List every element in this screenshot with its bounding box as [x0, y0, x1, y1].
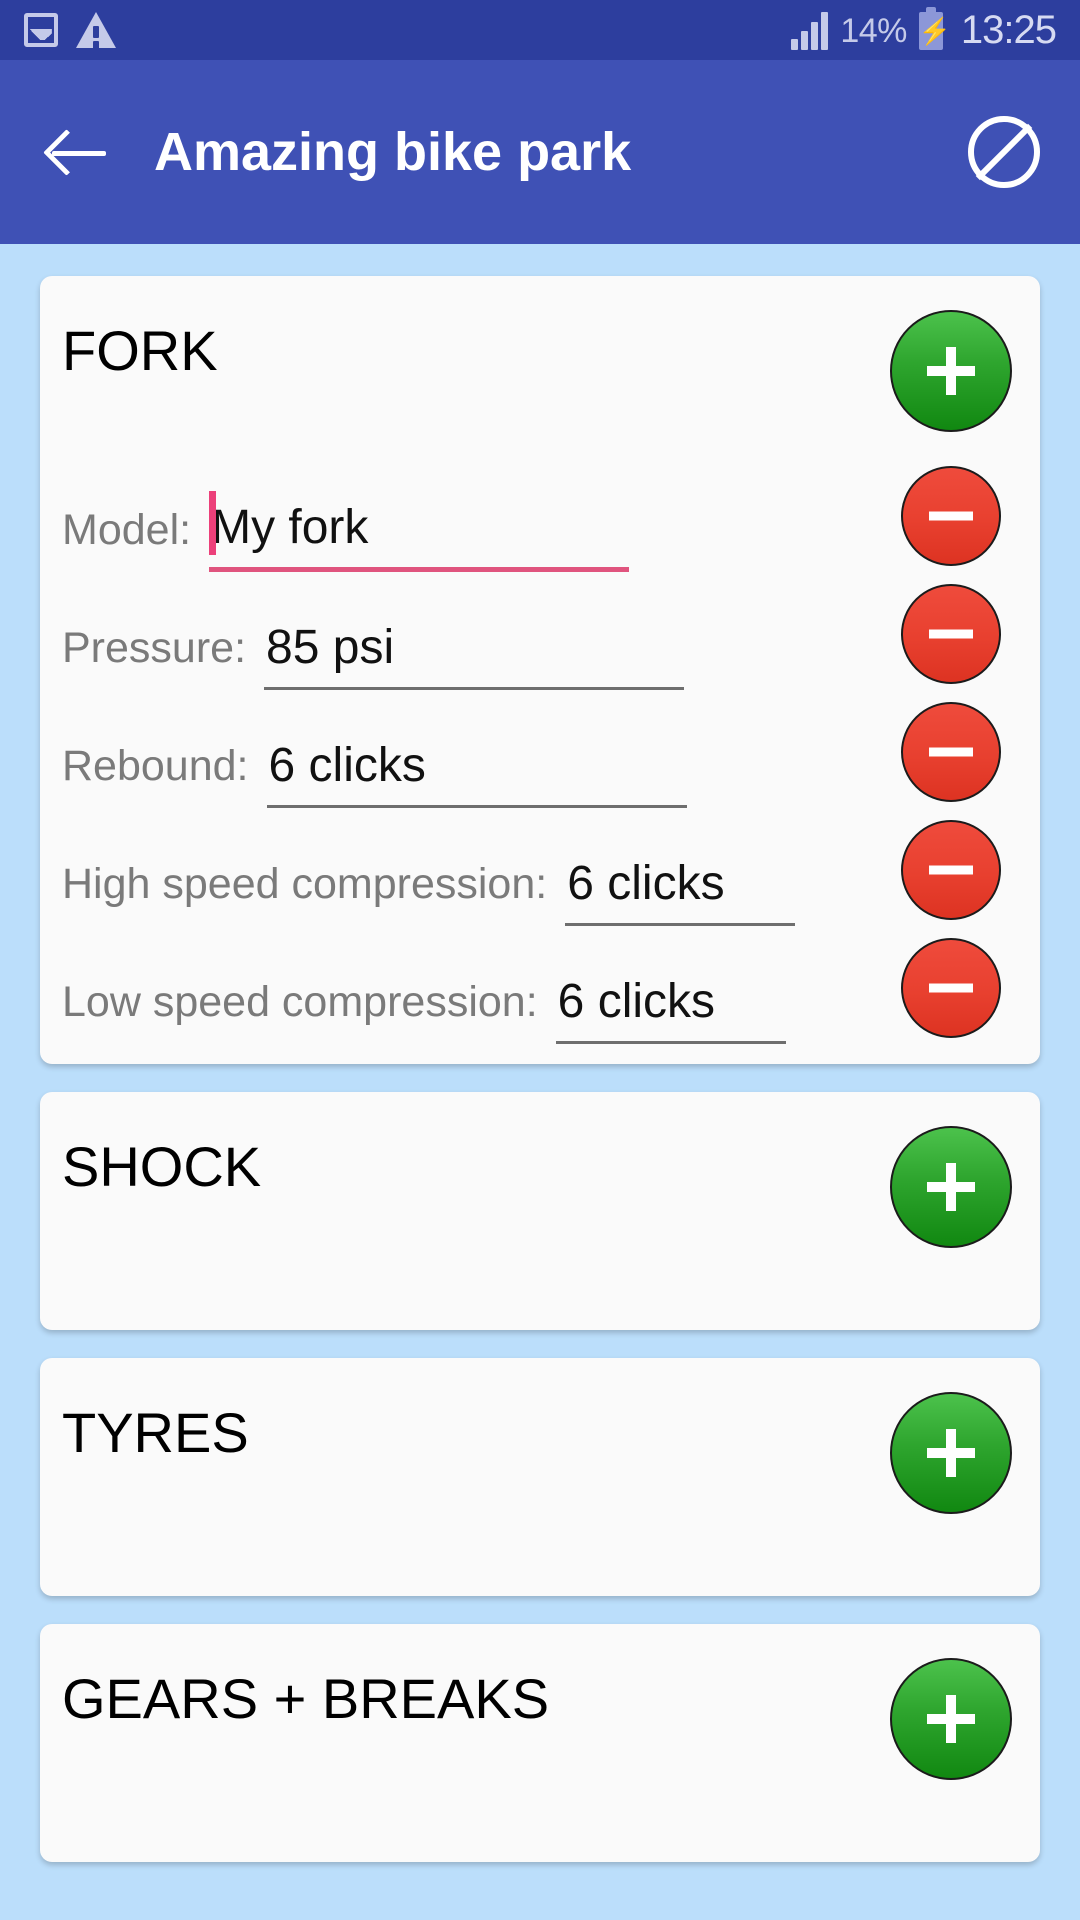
plus-icon-vertical — [946, 1163, 956, 1211]
card-title: SHOCK — [62, 1135, 262, 1198]
field-input[interactable]: 6 clicks — [555, 973, 786, 1044]
warning-icon — [76, 12, 116, 48]
page-title: Amazing bike park — [154, 122, 632, 182]
field-main: Pressure: 85 psi — [62, 619, 890, 690]
field-row: Rebound: 6 clicks — [62, 690, 1012, 808]
app-screen: 14% 13:25 Amazing bike park FORK Model: My… — [0, 0, 1080, 1920]
remove-field-button[interactable] — [901, 702, 1001, 802]
add-field-button[interactable] — [890, 1126, 1012, 1248]
add-field-button[interactable] — [890, 1392, 1012, 1514]
remove-field-button[interactable] — [901, 584, 1001, 684]
card-header: FORK — [40, 276, 1040, 454]
screenshot-icon — [24, 13, 58, 47]
status-bar-left-icons — [24, 12, 116, 48]
signal-bars-icon — [791, 12, 829, 50]
field-label: Model: — [62, 506, 192, 554]
field-value: 85 psi — [266, 621, 395, 674]
minus-icon — [929, 747, 973, 757]
remove-button-slot — [890, 466, 1012, 572]
plus-icon-vertical — [946, 347, 956, 395]
field-row: Model: My fork — [62, 454, 1012, 572]
field-input[interactable]: My fork — [209, 491, 630, 572]
card-fork: FORK Model: My fork Pressure: 85 psi Rebound:… — [40, 276, 1040, 1064]
add-field-button[interactable] — [890, 1658, 1012, 1780]
plus-icon-vertical — [946, 1429, 956, 1477]
text-caret — [209, 491, 217, 555]
remove-button-slot — [890, 702, 1012, 808]
card-title: FORK — [62, 319, 218, 382]
status-bar: 14% 13:25 — [0, 0, 1080, 60]
card-title: TYRES — [62, 1401, 249, 1464]
field-main: Low speed compression: 6 clicks — [62, 973, 890, 1044]
field-row: High speed compression: 6 clicks — [62, 808, 1012, 926]
minus-icon — [929, 629, 973, 639]
field-row: Low speed compression: 6 clicks — [62, 926, 1012, 1044]
field-label: High speed compression: — [62, 860, 548, 908]
field-value: 6 clicks — [567, 857, 725, 910]
battery-charging-icon — [918, 7, 943, 50]
field-main: Rebound: 6 clicks — [62, 737, 890, 808]
card-header: TYRES — [40, 1358, 1040, 1536]
remove-field-button[interactable] — [901, 820, 1001, 920]
remove-button-slot — [890, 584, 1012, 690]
field-input[interactable]: 6 clicks — [266, 737, 687, 808]
card-header: GEARS + BREAKS — [40, 1624, 1040, 1802]
field-row: Pressure: 85 psi — [62, 572, 1012, 690]
toolbar: Amazing bike park — [0, 60, 1080, 244]
remove-field-button[interactable] — [901, 938, 1001, 1038]
battery-percent-label: 14% — [840, 12, 907, 50]
card-gears-breaks: GEARS + BREAKS — [40, 1624, 1040, 1862]
minus-icon — [929, 511, 973, 521]
field-input[interactable]: 6 clicks — [565, 855, 796, 926]
field-value: 6 clicks — [268, 739, 426, 792]
remove-button-slot — [890, 938, 1012, 1044]
card-header: SHOCK — [40, 1092, 1040, 1270]
remove-button-slot — [890, 820, 1012, 926]
field-rows: Model: My fork Pressure: 85 psi Rebound: 6 cl… — [40, 454, 1040, 1044]
status-bar-right-icons: 14% 13:25 — [791, 7, 1057, 52]
back-arrow-icon[interactable] — [48, 122, 108, 182]
add-field-button[interactable] — [890, 310, 1012, 432]
card-list: FORK Model: My fork Pressure: 85 psi Rebound:… — [0, 244, 1080, 1862]
minus-icon — [929, 983, 973, 993]
status-clock: 13:25 — [960, 8, 1057, 52]
block-icon[interactable] — [968, 116, 1040, 188]
remove-field-button[interactable] — [901, 466, 1001, 566]
card-tyres: TYRES — [40, 1358, 1040, 1596]
field-input[interactable]: 85 psi — [264, 619, 685, 690]
card-shock: SHOCK — [40, 1092, 1040, 1330]
field-value: My fork — [211, 501, 369, 554]
minus-icon — [929, 865, 973, 875]
field-label: Low speed compression: — [62, 978, 538, 1026]
field-main: Model: My fork — [62, 491, 890, 572]
field-label: Rebound: — [62, 742, 249, 790]
field-label: Pressure: — [62, 624, 247, 672]
card-title: GEARS + BREAKS — [62, 1667, 550, 1730]
plus-icon-vertical — [946, 1695, 956, 1743]
field-main: High speed compression: 6 clicks — [62, 855, 890, 926]
field-value: 6 clicks — [557, 975, 716, 1028]
